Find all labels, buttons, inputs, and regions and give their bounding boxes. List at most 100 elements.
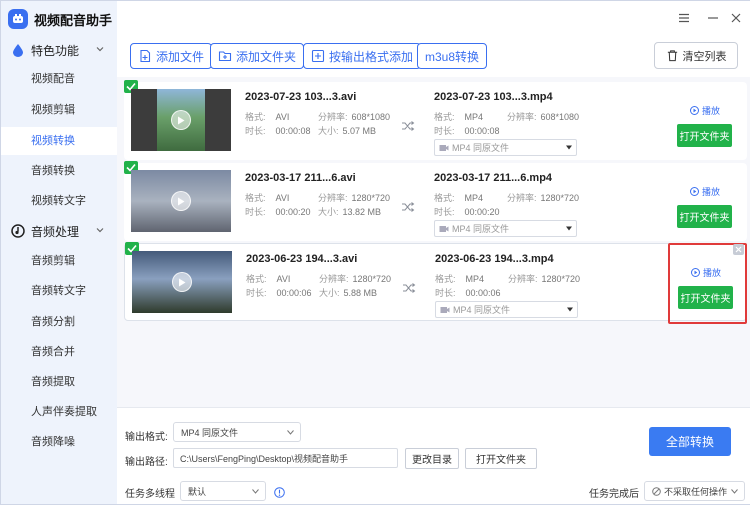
add-folder-icon: [218, 51, 232, 62]
output-file-name: 2023-06-23 194...3.mp4: [435, 253, 554, 265]
open-folder-button[interactable]: 打开文件夹: [677, 124, 732, 147]
open-output-folder-button[interactable]: 打开文件夹: [465, 448, 537, 469]
app-logo-icon: [8, 9, 28, 29]
add-by-format-label: 按输出格式添加: [329, 49, 414, 64]
video-thumbnail[interactable]: [131, 89, 231, 151]
source-resolution: 分辨率: 1280*720: [318, 193, 391, 203]
trash-icon: [667, 50, 677, 62]
source-size: 大小: 5.07 MB: [318, 126, 377, 136]
change-dir-button[interactable]: 更改目录: [405, 448, 459, 469]
sidebar-item-vocal-extract[interactable]: 人声伴奏提取: [1, 398, 117, 426]
remove-row-icon[interactable]: [733, 244, 744, 255]
block-icon: [652, 486, 661, 496]
add-folder-button[interactable]: 添加文件夹: [210, 43, 305, 69]
m3u8-convert-button[interactable]: m3u8转换: [417, 43, 488, 69]
menu-icon[interactable]: [677, 11, 691, 25]
chevron-down-icon: [566, 145, 572, 150]
m3u8-label: m3u8转换: [425, 49, 480, 64]
convert-arrow-icon: [402, 202, 415, 212]
convert-all-button[interactable]: 全部转换: [649, 427, 731, 456]
video-camera-icon: [440, 306, 450, 313]
source-format: 格式: AVI: [245, 193, 290, 203]
info-icon[interactable]: [274, 487, 285, 498]
output-format-label: 输出格式:: [125, 432, 168, 443]
sidebar-item-audio-edit[interactable]: 音频剪辑: [1, 247, 117, 275]
file-list: 2023-07-23 103...3.avi 格式: AVI 分辨率: 608*1080…: [117, 77, 750, 407]
source-resolution: 分辨率: 608*1080: [318, 112, 391, 122]
add-file-label: 添加文件: [156, 49, 205, 64]
play-button[interactable]: 播放: [690, 104, 720, 117]
output-duration: 时长: 00:00:20: [434, 207, 500, 217]
threads-value: 默认: [188, 486, 207, 497]
output-duration: 时长: 00:00:06: [435, 288, 501, 298]
source-file-name: 2023-03-17 211...6.avi: [245, 172, 356, 184]
nav-group-audio[interactable]: 音频处理: [1, 219, 117, 243]
chevron-down-icon: [566, 226, 572, 231]
nav-group-label: 特色功能: [31, 43, 80, 58]
source-size: 大小: 13.82 MB: [318, 207, 382, 217]
output-resolution: 分辨率: 608*1080: [507, 112, 580, 122]
file-row[interactable]: 2023-06-23 194...3.avi 格式: AVI 分辨率: 1280*720…: [124, 242, 747, 321]
chevron-down-icon: [567, 307, 573, 312]
row-format-select[interactable]: MP4 同原文件: [435, 301, 578, 318]
sidebar-item-video-to-text[interactable]: 视频转文字: [1, 187, 117, 215]
format-add-icon: [311, 49, 325, 63]
audio-disc-icon: [11, 224, 25, 238]
output-path-field[interactable]: C:\Users\FengPing\Desktop\视频配音助手: [173, 448, 398, 468]
after-done-value: 不采取任何操作: [664, 486, 728, 497]
sidebar-item-audio-to-text[interactable]: 音频转文字: [1, 277, 117, 305]
sidebar-item-video-dubbing[interactable]: 视频配音: [1, 65, 117, 93]
output-format-select[interactable]: MP4 同原文件: [173, 422, 301, 442]
brand: 视频配音助手: [8, 7, 112, 31]
output-duration: 时长: 00:00:08: [434, 126, 500, 136]
output-resolution: 分辨率: 1280*720: [507, 193, 580, 203]
threads-select[interactable]: 默认: [180, 481, 266, 501]
after-done-label: 任务完成后: [589, 489, 639, 500]
nav-group-features[interactable]: 特色功能: [1, 38, 117, 62]
video-thumbnail[interactable]: [132, 251, 232, 313]
sidebar-item-audio-merge[interactable]: 音频合并: [1, 338, 117, 366]
play-icon: [172, 272, 192, 292]
after-done-select[interactable]: 不采取任何操作: [644, 481, 745, 501]
play-button[interactable]: 播放: [690, 185, 720, 198]
chevron-down-icon: [287, 430, 294, 435]
convert-arrow-icon: [402, 121, 415, 131]
source-format: 格式: AVI: [245, 112, 290, 122]
file-row[interactable]: 2023-07-23 103...3.avi 格式: AVI 分辨率: 608*1080…: [124, 80, 747, 160]
minimize-icon[interactable]: [706, 11, 720, 25]
output-resolution: 分辨率: 1280*720: [508, 274, 581, 284]
video-camera-icon: [439, 144, 449, 151]
sidebar-item-video-convert[interactable]: 视频转换: [1, 127, 117, 155]
main-panel: 添加文件 添加文件夹 按输出格式添加 m3u8转换 清空列表 2023-07-2…: [117, 1, 750, 504]
source-format: 格式: AVI: [246, 274, 291, 284]
add-by-format-button[interactable]: 按输出格式添加: [303, 43, 422, 69]
title-bar: [117, 1, 750, 37]
play-circle-icon: [690, 187, 699, 196]
sidebar-item-audio-convert[interactable]: 音频转换: [1, 157, 117, 185]
sidebar-item-audio-extract[interactable]: 音频提取: [1, 368, 117, 396]
add-file-button[interactable]: 添加文件: [130, 43, 213, 69]
play-icon: [171, 191, 191, 211]
sidebar-item-audio-denoise[interactable]: 音频降噪: [1, 428, 117, 456]
play-icon: [171, 110, 191, 130]
open-folder-button[interactable]: 打开文件夹: [677, 205, 732, 228]
output-file-name: 2023-03-17 211...6.mp4: [434, 172, 553, 184]
sidebar-item-video-edit[interactable]: 视频剪辑: [1, 96, 117, 124]
output-format: 格式: MP4: [434, 112, 484, 122]
video-thumbnail[interactable]: [131, 170, 231, 232]
file-row[interactable]: 2023-03-17 211...6.avi 格式: AVI 分辨率: 1280*720…: [124, 161, 747, 241]
water-drop-icon: [11, 43, 25, 57]
chevron-down-icon: [96, 228, 104, 233]
output-format-value: MP4 同原文件: [181, 427, 239, 438]
source-file-name: 2023-06-23 194...3.avi: [246, 253, 358, 265]
source-duration: 时长: 00:00:06: [246, 288, 312, 298]
convert-arrow-icon: [403, 283, 416, 293]
clear-list-button[interactable]: 清空列表: [654, 42, 738, 69]
source-resolution: 分辨率: 1280*720: [319, 274, 392, 284]
clear-list-label: 清空列表: [682, 50, 727, 63]
row-format-select[interactable]: MP4 同原文件: [434, 139, 577, 156]
chevron-down-icon: [96, 47, 104, 52]
row-format-select[interactable]: MP4 同原文件: [434, 220, 577, 237]
sidebar-item-audio-split[interactable]: 音频分割: [1, 308, 117, 336]
close-icon[interactable]: [729, 11, 743, 25]
